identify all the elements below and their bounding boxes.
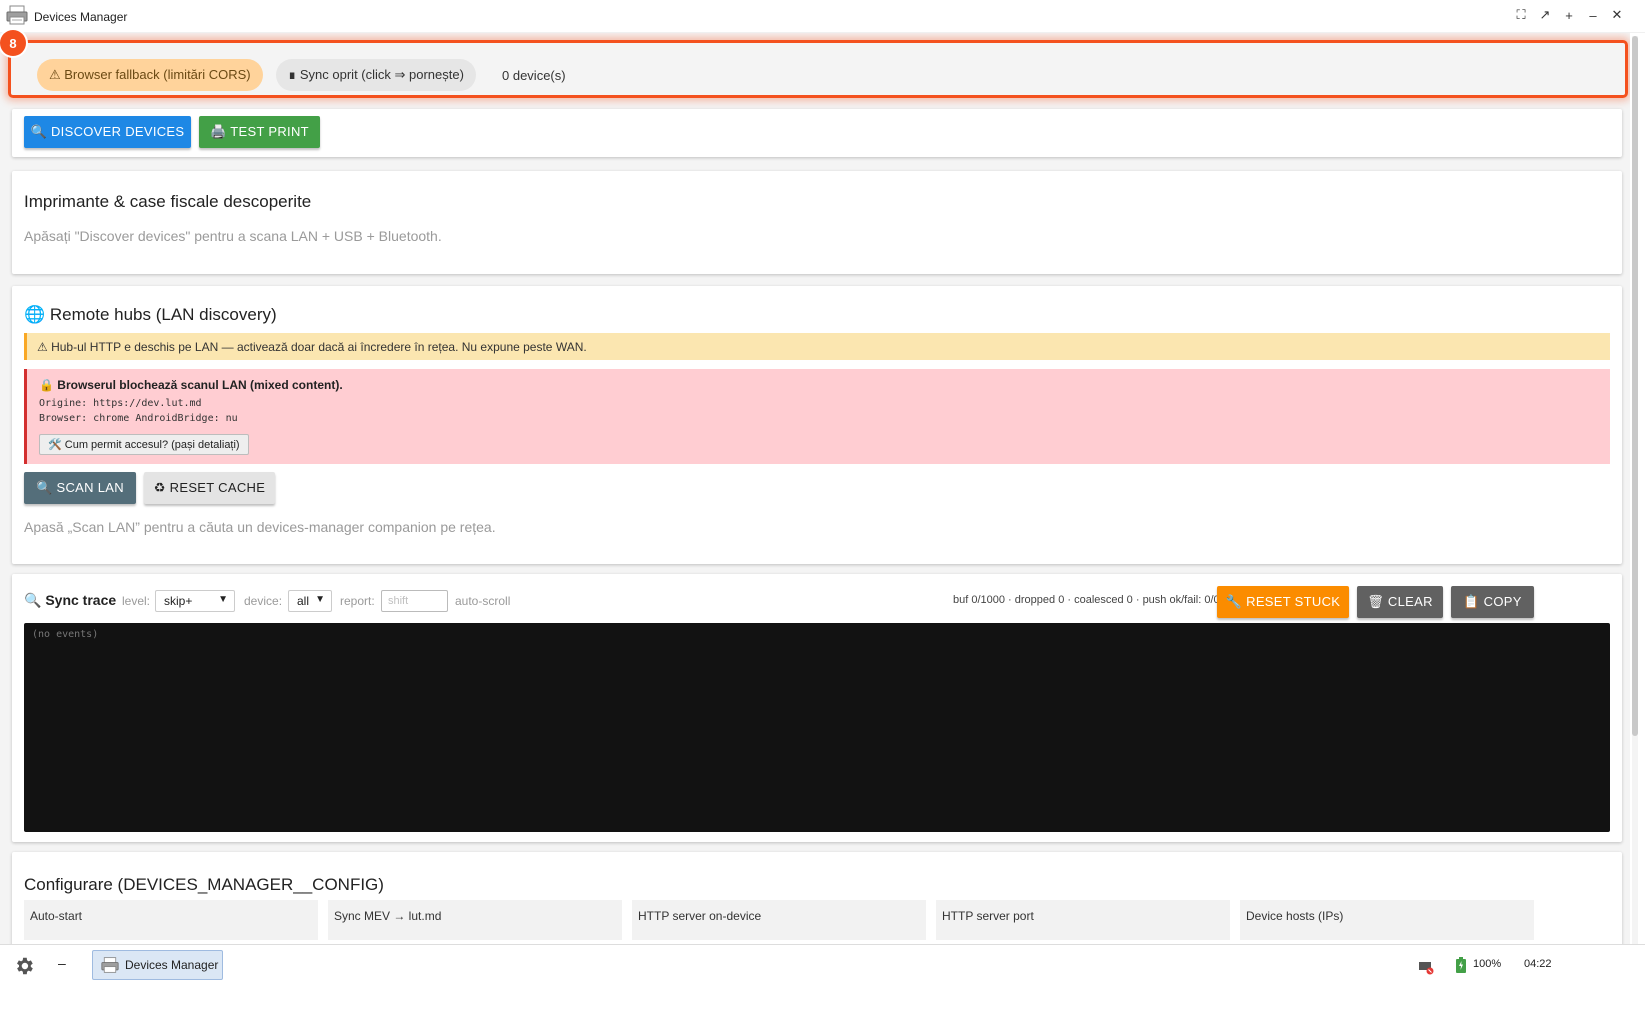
window-titlebar: Devices Manager ⛶ ↗ + – ✕ — [0, 0, 1645, 33]
lan-warning: ⚠ Hub-ul HTTP e deschis pe LAN — activea… — [24, 333, 1610, 360]
actions-card: 🔍 DISCOVER DEVICES 🖨️ TEST PRINT — [12, 109, 1622, 157]
trace-title: 🔍 Sync trace — [24, 592, 117, 608]
mixed-content-error: 🔒 Browserul blochează scanul LAN (mixed … — [24, 369, 1610, 464]
device-label: device: — [244, 594, 283, 608]
taskbar-app-label: Devices Manager — [125, 958, 219, 972]
config-field-http-server[interactable]: HTTP server on-device — [632, 900, 926, 940]
minimize-icon[interactable]: – — [1585, 6, 1601, 24]
origin-line: Origine: https://dev.lut.md — [39, 398, 202, 409]
config-field-http-port[interactable]: HTTP server port — [936, 900, 1230, 940]
battery-icon[interactable] — [1456, 957, 1466, 973]
config-grid: Auto-start Sync MEV → lut.md HTTP server… — [24, 900, 1534, 940]
taskbar-app-devices-manager[interactable]: Devices Manager — [92, 950, 223, 980]
fallback-badge: ⚠ Browser fallback (limitări CORS) — [37, 59, 263, 91]
close-icon[interactable]: ✕ — [1609, 6, 1625, 24]
printers-card: Imprimante & case fiscale descoperite Ap… — [12, 171, 1622, 274]
clock[interactable]: 04:22 — [1524, 958, 1552, 970]
trace-console[interactable]: (no events) — [24, 623, 1610, 832]
test-print-button[interactable]: 🖨️ TEST PRINT — [199, 116, 320, 148]
hubs-hint: Apasă „Scan LAN” pentru a căuta un devic… — [24, 519, 496, 535]
level-select[interactable]: skip+ ▼ — [155, 590, 235, 612]
discover-devices-button[interactable]: 🔍 DISCOVER DEVICES — [24, 116, 191, 148]
printer-icon — [101, 957, 119, 973]
popout-icon[interactable]: ↗ — [1537, 6, 1553, 24]
level-label: level: — [122, 594, 151, 608]
gear-icon[interactable] — [13, 955, 35, 977]
reset-cache-button[interactable]: ♻ RESET CACHE — [144, 472, 275, 504]
printers-title: Imprimante & case fiscale descoperite — [24, 192, 312, 211]
trace-stats: buf 0/1000 · dropped 0 · coalesced 0 · p… — [953, 594, 1220, 606]
minimize-all-icon[interactable]: – — [58, 955, 66, 971]
network-offline-icon[interactable] — [1418, 959, 1434, 975]
maximize-icon[interactable]: + — [1561, 6, 1577, 24]
config-title: Configurare (DEVICES_MANAGER__CONFIG) — [24, 875, 384, 894]
level-value: skip+ — [164, 594, 193, 608]
error-title: 🔒 Browserul blochează scanul LAN (mixed … — [39, 378, 343, 392]
device-value: all — [297, 594, 310, 608]
console-empty-text: (no events) — [32, 629, 99, 640]
status-bar: ⚠ Browser fallback (limitări CORS) ∎ Syn… — [12, 43, 1622, 93]
taskbar: – Devices Manager 100% 04:22 — [0, 944, 1645, 983]
sync-toggle[interactable]: ∎ Sync oprit (click ⇒ pornește) — [276, 59, 476, 91]
printer-icon — [6, 5, 28, 25]
report-label: report: — [340, 594, 375, 608]
battery-percent: 100% — [1473, 958, 1502, 970]
scan-lan-button[interactable]: 🔍 SCAN LAN — [24, 472, 136, 504]
access-help-button[interactable]: 🛠️ Cum permit accesul? (pași detaliați) — [39, 434, 249, 455]
scroll-thumb[interactable] — [1632, 36, 1638, 736]
device-count: 0 device(s) — [502, 68, 566, 83]
config-field-autostart[interactable]: Auto-start — [24, 900, 318, 940]
printers-hint: Apăsați "Discover devices" pentru a scan… — [24, 228, 442, 244]
chevron-down-icon: ▼ — [315, 594, 325, 605]
sync-trace-card: 🔍 Sync trace level: skip+ ▼ device: all … — [12, 574, 1622, 842]
hubs-title: 🌐 Remote hubs (LAN discovery) — [24, 305, 277, 324]
window-controls: ⛶ ↗ + – ✕ — [1513, 6, 1625, 24]
copy-button[interactable]: 📋 COPY — [1451, 586, 1534, 618]
remote-hubs-card: 🌐 Remote hubs (LAN discovery) ⚠ Hub-ul H… — [12, 286, 1622, 564]
chevron-down-icon: ▼ — [218, 594, 228, 605]
config-field-device-hosts[interactable]: Device hosts (IPs) — [1240, 900, 1534, 940]
report-input[interactable]: shift — [381, 590, 448, 612]
window-title: Devices Manager — [34, 10, 128, 24]
main-content: ⚠ Browser fallback (limitări CORS) ∎ Syn… — [0, 33, 1630, 968]
device-select[interactable]: all ▼ — [288, 590, 332, 612]
scrollbar[interactable] — [1632, 36, 1638, 966]
autoscroll-label[interactable]: auto-scroll — [455, 594, 510, 608]
config-field-sync-mev[interactable]: Sync MEV → lut.md — [328, 900, 622, 940]
browser-line: Browser: chrome AndroidBridge: nu — [39, 413, 238, 424]
fullscreen-icon[interactable]: ⛶ — [1513, 6, 1529, 24]
clear-button[interactable]: 🗑 CLEAR — [1357, 586, 1443, 618]
step-badge: 8 — [0, 30, 26, 56]
reset-stuck-button[interactable]: 🔧 RESET STUCK — [1217, 586, 1349, 618]
